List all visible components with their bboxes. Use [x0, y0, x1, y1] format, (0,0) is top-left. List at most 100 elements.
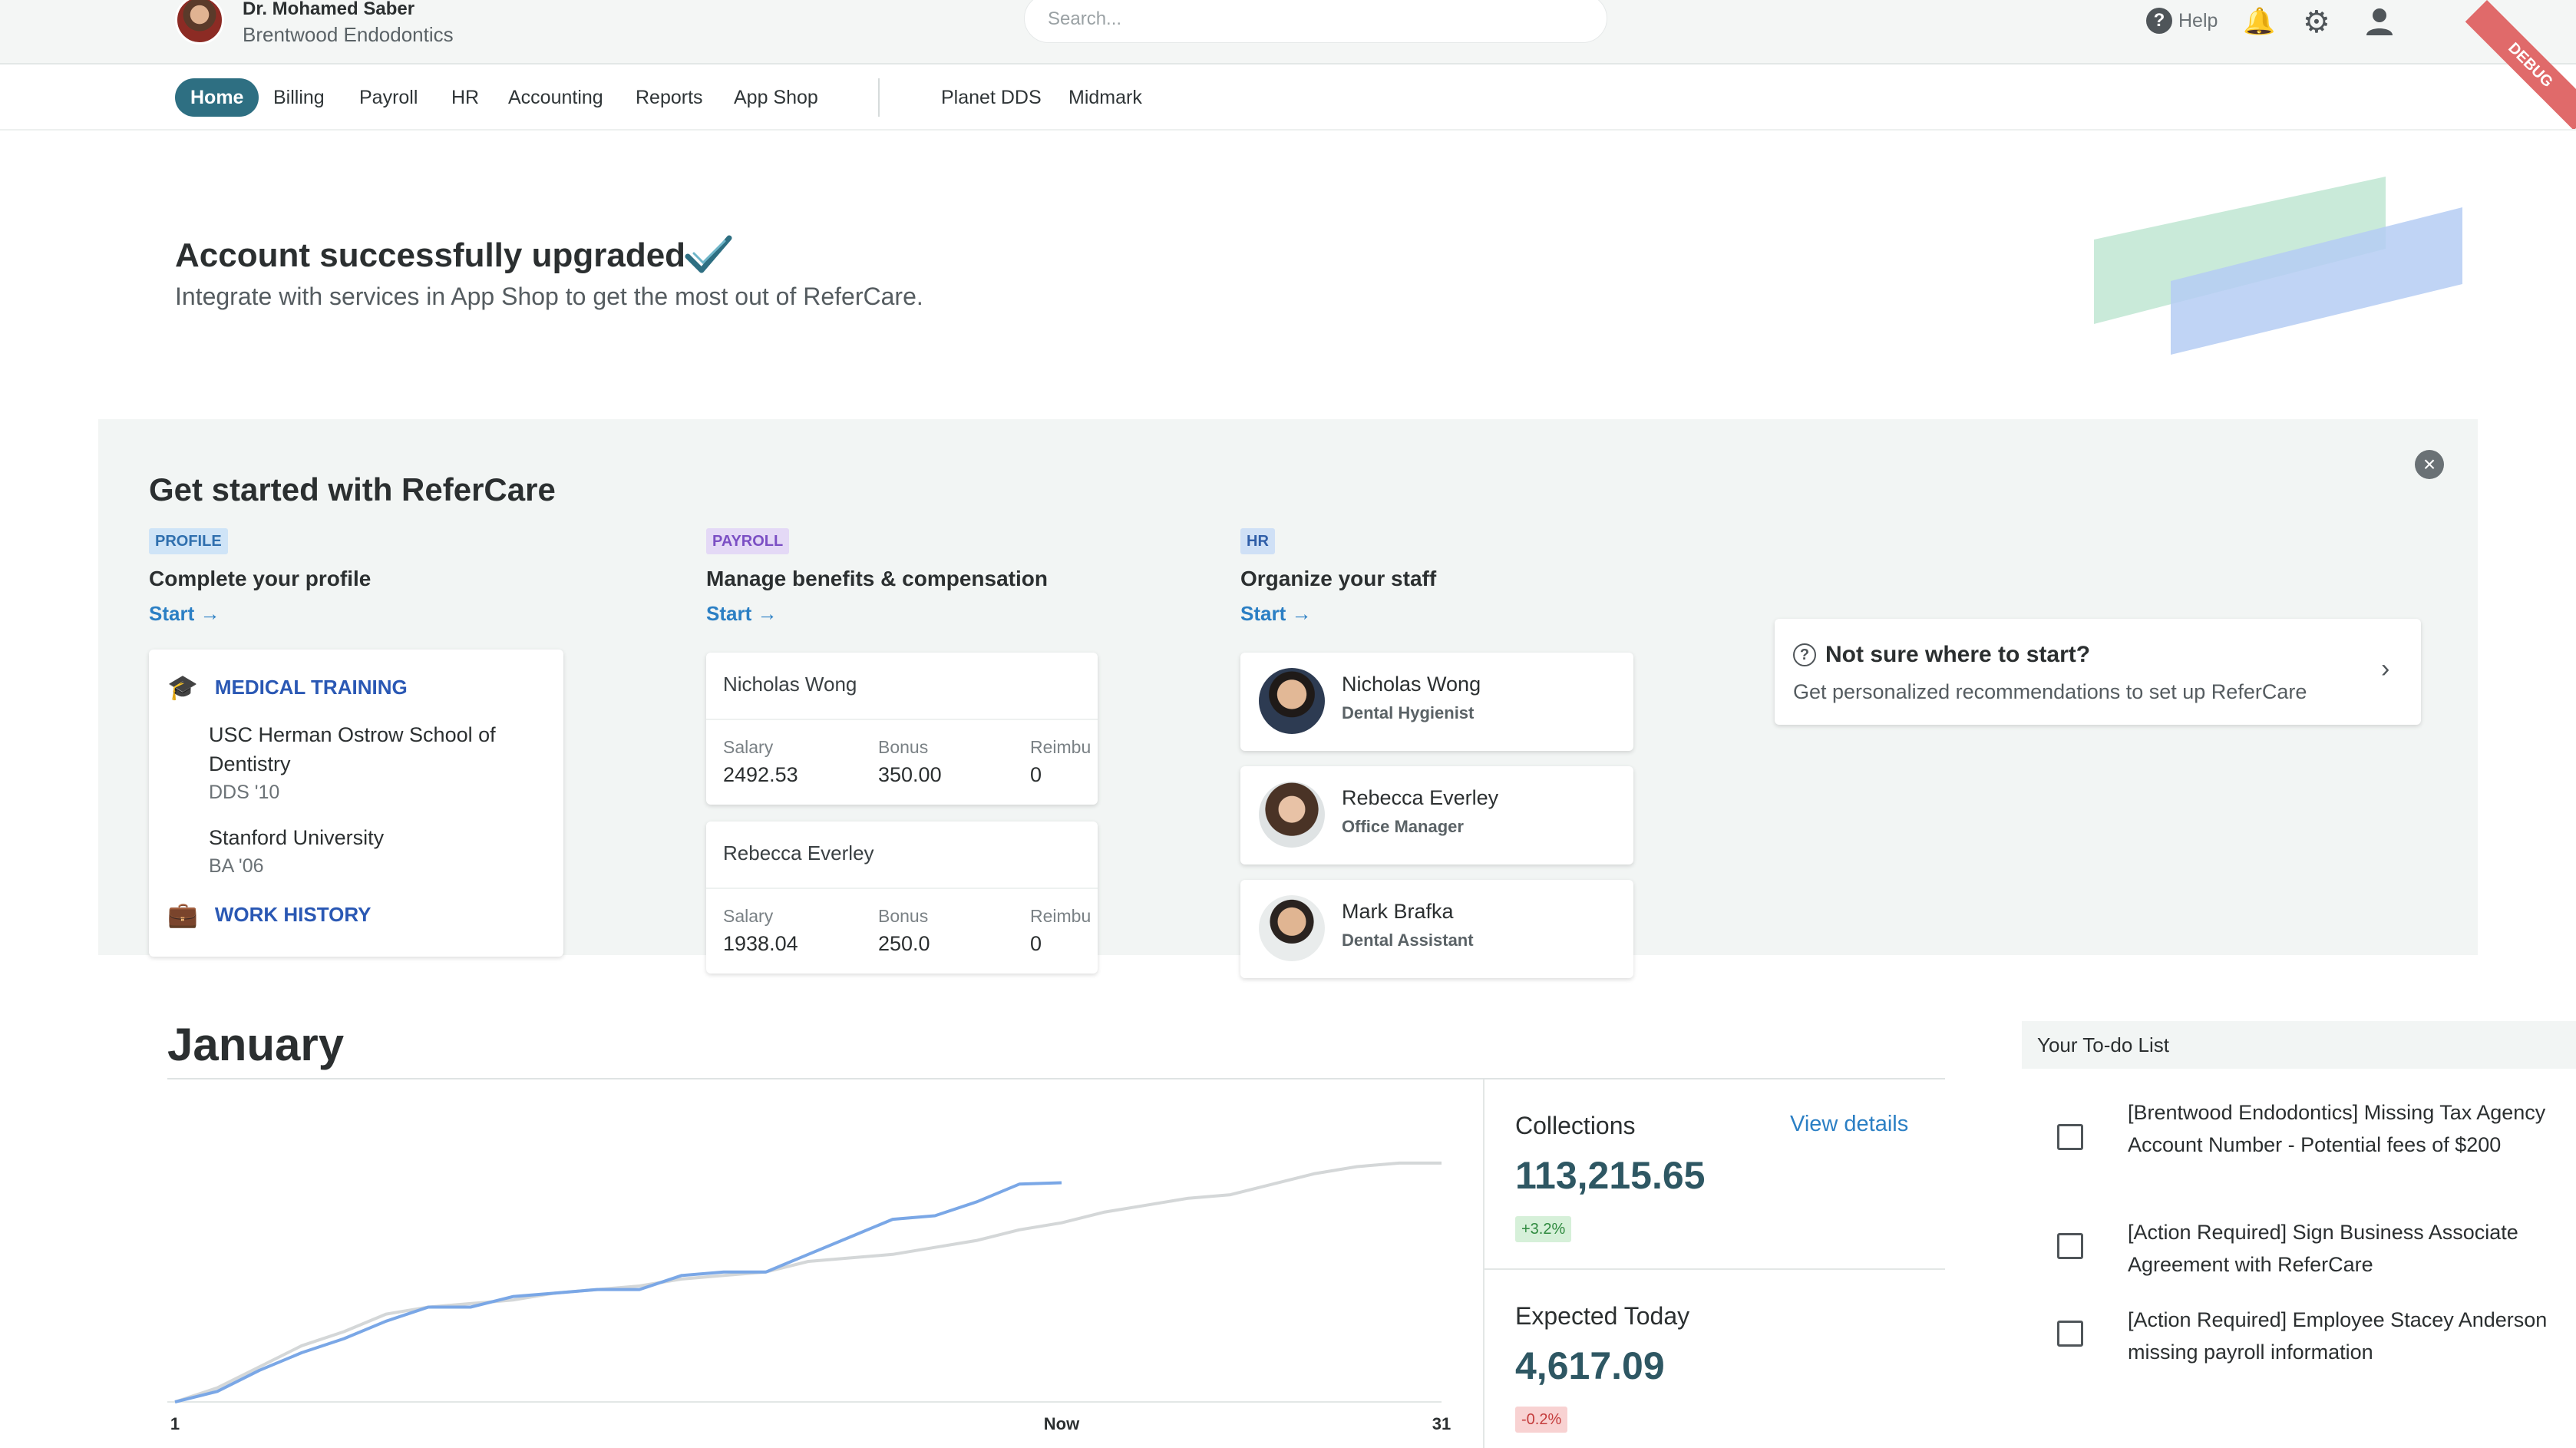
education-degree: DDS '10 — [209, 782, 280, 803]
recommendations-card[interactable]: ? Not sure where to start? Get personali… — [1775, 619, 2421, 725]
todo-header: Your To-do List — [2022, 1021, 2576, 1069]
x-tick-label: Now — [1044, 1414, 1080, 1433]
medical-training-label: MEDICAL TRAINING — [214, 675, 408, 699]
staff-name: Mark Brafka — [1342, 900, 1454, 923]
main-navigation: Home Billing Payroll HR Accounting Repor… — [0, 66, 2576, 131]
todo-text: [Brentwood Endodontics] Missing Tax Agen… — [2128, 1101, 2546, 1156]
staff-avatar — [1259, 782, 1325, 848]
work-history-header: 💼 WORK HISTORY — [167, 900, 372, 929]
view-details-link[interactable]: View details — [1790, 1112, 1908, 1137]
staff-card[interactable]: Mark Brafka Dental Assistant — [1240, 880, 1633, 978]
todo-text: [Action Required] Employee Stacey Anders… — [2128, 1308, 2548, 1364]
x-tick-label: 1 — [170, 1414, 180, 1433]
chart-series-line — [174, 1161, 1442, 1403]
help-button[interactable]: ? Help — [2146, 8, 2218, 34]
settings-gear-icon[interactable]: ⚙ — [2303, 5, 2330, 40]
collections-change-badge: +3.2% — [1515, 1216, 1572, 1242]
month-divider — [167, 1078, 1945, 1079]
staff-role: Dental Hygienist — [1342, 703, 1475, 722]
reimbursement-value: 0 — [1030, 932, 1042, 955]
upgrade-banner-subtitle: Integrate with services in App Shop to g… — [175, 283, 923, 310]
nav-item-planet-dds[interactable]: Planet DDS — [941, 78, 1042, 117]
payroll-card[interactable]: Nicholas Wong Salary 2492.53 Bonus 350.0… — [706, 653, 1098, 805]
nav-item-reports[interactable]: Reports — [636, 78, 703, 117]
checkmark-icon — [685, 235, 732, 273]
todo-text: [Action Required] Sign Business Associat… — [2128, 1221, 2518, 1276]
profile-start-link[interactable]: Start → — [149, 602, 220, 626]
staff-role: Dental Assistant — [1342, 931, 1474, 950]
collections-value: 113,215.65 — [1515, 1154, 1706, 1197]
salary-label: Salary — [723, 737, 774, 757]
bonus-value: 250.0 — [878, 932, 930, 955]
divider — [706, 888, 1098, 889]
hr-tag: HR — [1240, 528, 1275, 554]
close-icon[interactable]: × — [2415, 450, 2444, 479]
user-profile-icon[interactable] — [2364, 6, 2395, 37]
payroll-tag: PAYROLL — [706, 528, 790, 554]
salary-value: 2492.53 — [723, 763, 798, 786]
todo-title: Your To-do List — [2037, 1033, 2170, 1056]
education-degree: BA '06 — [209, 855, 264, 877]
top-bar: Dr. Mohamed Saber Brentwood Endodontics … — [0, 0, 2576, 131]
get-started-title: Get started with ReferCare — [149, 471, 556, 507]
salary-value: 1938.04 — [723, 932, 798, 955]
search-input[interactable]: Search... — [1024, 0, 1607, 43]
staff-name: Nicholas Wong — [1342, 673, 1481, 696]
payroll-card[interactable]: Rebecca Everley Salary 1938.04 Bonus 250… — [706, 822, 1098, 974]
recommendations-subtitle: Get personalized recommendations to set … — [1793, 680, 2307, 703]
staff-name: Rebecca Everley — [1342, 786, 1499, 809]
hr-column-title: Organize your staff — [1240, 567, 1437, 590]
user-name: Dr. Mohamed Saber — [243, 0, 415, 19]
staff-card[interactable]: Nicholas Wong Dental Hygienist — [1240, 653, 1633, 751]
work-history-label: WORK HISTORY — [214, 902, 372, 926]
profile-tag: PROFILE — [149, 528, 228, 554]
upgrade-banner-title: Account successfully upgraded — [175, 236, 686, 274]
nav-item-home[interactable]: Home — [175, 78, 259, 117]
expected-change-badge: -0.2% — [1515, 1407, 1568, 1433]
education-school: Stanford University — [209, 826, 385, 849]
bonus-label: Bonus — [878, 737, 929, 757]
staff-avatar — [1259, 895, 1325, 961]
staff-role: Office Manager — [1342, 817, 1464, 836]
nav-divider — [878, 78, 880, 117]
staff-avatar — [1259, 668, 1325, 734]
chevron-right-icon: › — [2381, 654, 2390, 683]
reimbursement-value: 0 — [1030, 763, 1042, 786]
question-icon: ? — [1793, 643, 1816, 666]
help-icon: ? — [2146, 8, 2172, 34]
graduation-cap-icon: 🎓 — [167, 673, 198, 701]
todo-checkbox[interactable] — [2057, 1233, 2083, 1259]
expected-today-label: Expected Today — [1515, 1302, 1690, 1330]
chart-series-line — [174, 1181, 1062, 1403]
payroll-start-link[interactable]: Start → — [706, 602, 777, 626]
reimbursement-label: Reimbu — [1030, 737, 1091, 757]
briefcase-icon: 💼 — [167, 901, 198, 928]
nav-item-payroll[interactable]: Payroll — [359, 78, 418, 117]
todo-checkbox[interactable] — [2057, 1124, 2083, 1150]
medical-training-header: 🎓 MEDICAL TRAINING — [167, 673, 408, 702]
nav-item-billing[interactable]: Billing — [273, 78, 325, 117]
payroll-column-title: Manage benefits & compensation — [706, 567, 1048, 590]
profile-card: 🎓 MEDICAL TRAINING USC Herman Ostrow Sch… — [149, 650, 563, 957]
salary-label: Salary — [723, 906, 774, 926]
employee-name: Rebecca Everley — [723, 841, 874, 865]
todo-checkbox[interactable] — [2057, 1321, 2083, 1347]
user-avatar[interactable] — [175, 0, 224, 45]
nav-item-accounting[interactable]: Accounting — [508, 78, 603, 117]
organization-name: Brentwood Endodontics — [243, 23, 454, 46]
decorative-shapes — [2094, 177, 2462, 355]
month-title: January — [167, 1019, 345, 1070]
bonus-value: 350.00 — [878, 763, 942, 786]
nav-item-hr[interactable]: HR — [451, 78, 479, 117]
stats-divider — [1483, 1079, 1485, 1448]
hr-start-link[interactable]: Start → — [1240, 602, 1311, 626]
reimbursement-label: Reimbu — [1030, 906, 1091, 926]
staff-card[interactable]: Rebecca Everley Office Manager — [1240, 766, 1633, 865]
nav-item-midmark[interactable]: Midmark — [1068, 78, 1142, 117]
collections-label: Collections — [1515, 1112, 1636, 1139]
todo-item: [Action Required] Employee Stacey Anders… — [2057, 1304, 2556, 1373]
search-placeholder: Search... — [1048, 8, 1122, 29]
nav-item-app-shop[interactable]: App Shop — [734, 78, 818, 117]
notification-bell-icon[interactable]: 🔔 — [2243, 6, 2275, 37]
expected-today-value: 4,617.09 — [1515, 1344, 1665, 1387]
